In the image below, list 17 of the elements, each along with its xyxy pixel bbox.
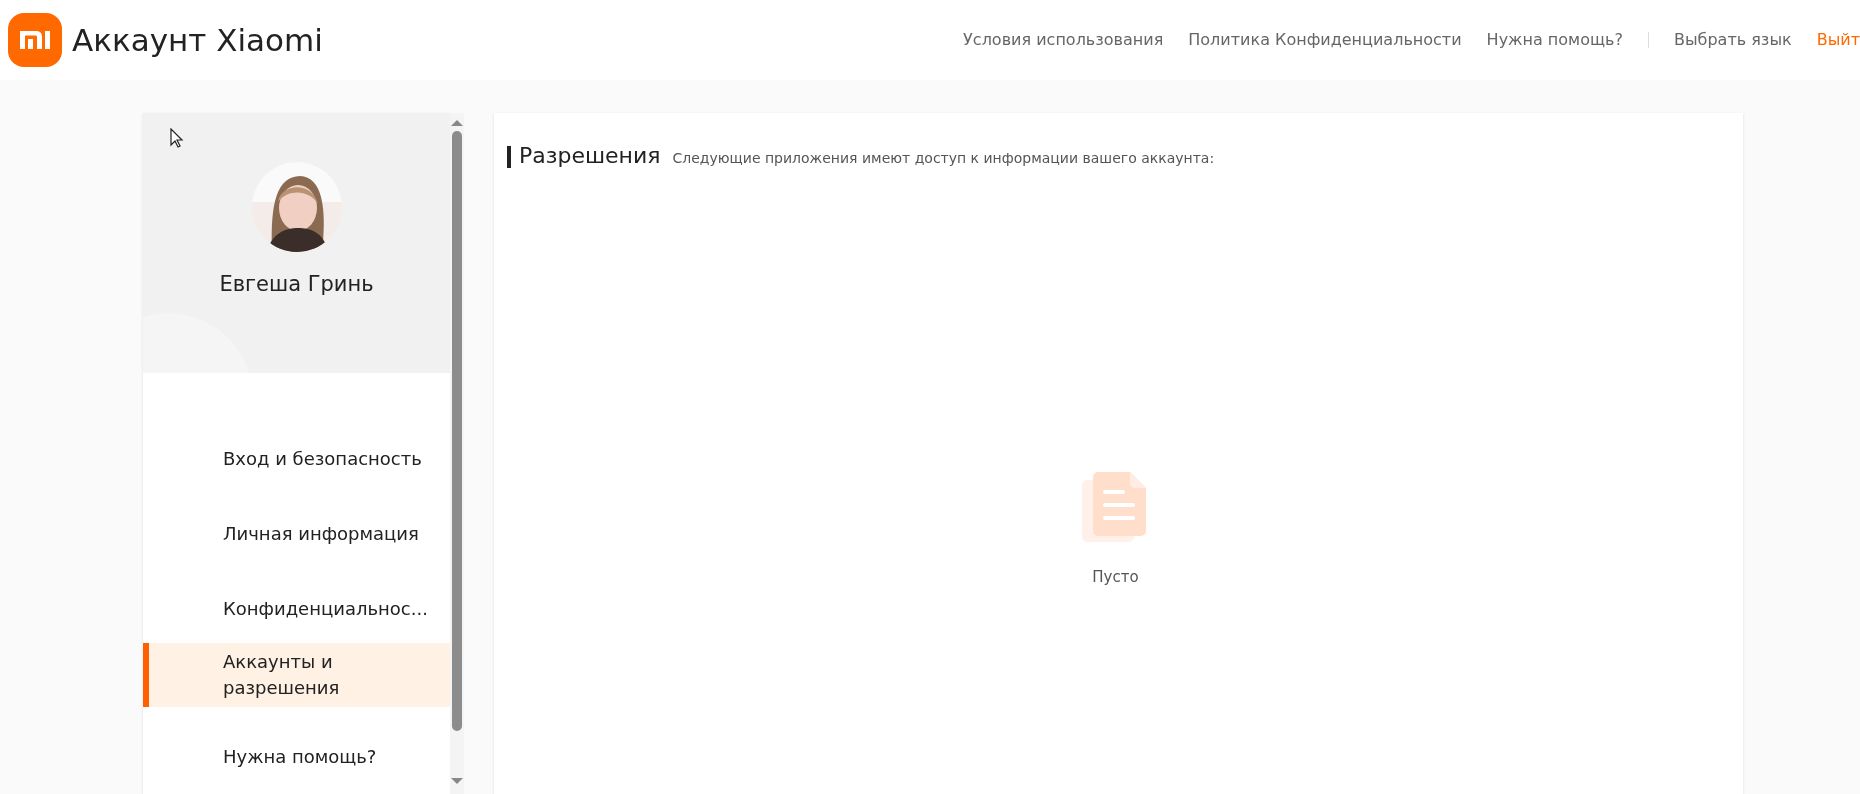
logo-icon[interactable] bbox=[8, 13, 62, 67]
section-description: Следующие приложения имеют доступ к информации вашего аккаунта: bbox=[672, 149, 1215, 168]
section-title: Разрешения bbox=[519, 142, 661, 170]
empty-state-text: Пусто bbox=[1092, 567, 1139, 588]
sidebar-item[interactable]: Личная информация bbox=[143, 496, 450, 571]
header-link[interactable]: Выбрать язык bbox=[1673, 28, 1792, 52]
sidebar-item[interactable]: Нужна помощь? bbox=[143, 719, 450, 794]
sidebar-item[interactable]: Аккаунты и разрешения bbox=[143, 643, 450, 707]
header-link[interactable]: Условия использования bbox=[963, 28, 1164, 52]
scrollbar[interactable] bbox=[450, 113, 464, 794]
user-name: Евгеша Гринь bbox=[219, 271, 374, 298]
header-link[interactable]: Политика Конфиденциальности bbox=[1188, 28, 1462, 52]
site-title: Аккаунт Xiaomi bbox=[72, 20, 323, 60]
header-link[interactable]: Нужна помощь? bbox=[1486, 28, 1623, 52]
sidebar-item[interactable]: Конфиденциальнос... bbox=[143, 571, 450, 646]
cursor-icon bbox=[170, 128, 184, 148]
sidebar-item[interactable]: Вход и безопасность bbox=[143, 421, 450, 496]
